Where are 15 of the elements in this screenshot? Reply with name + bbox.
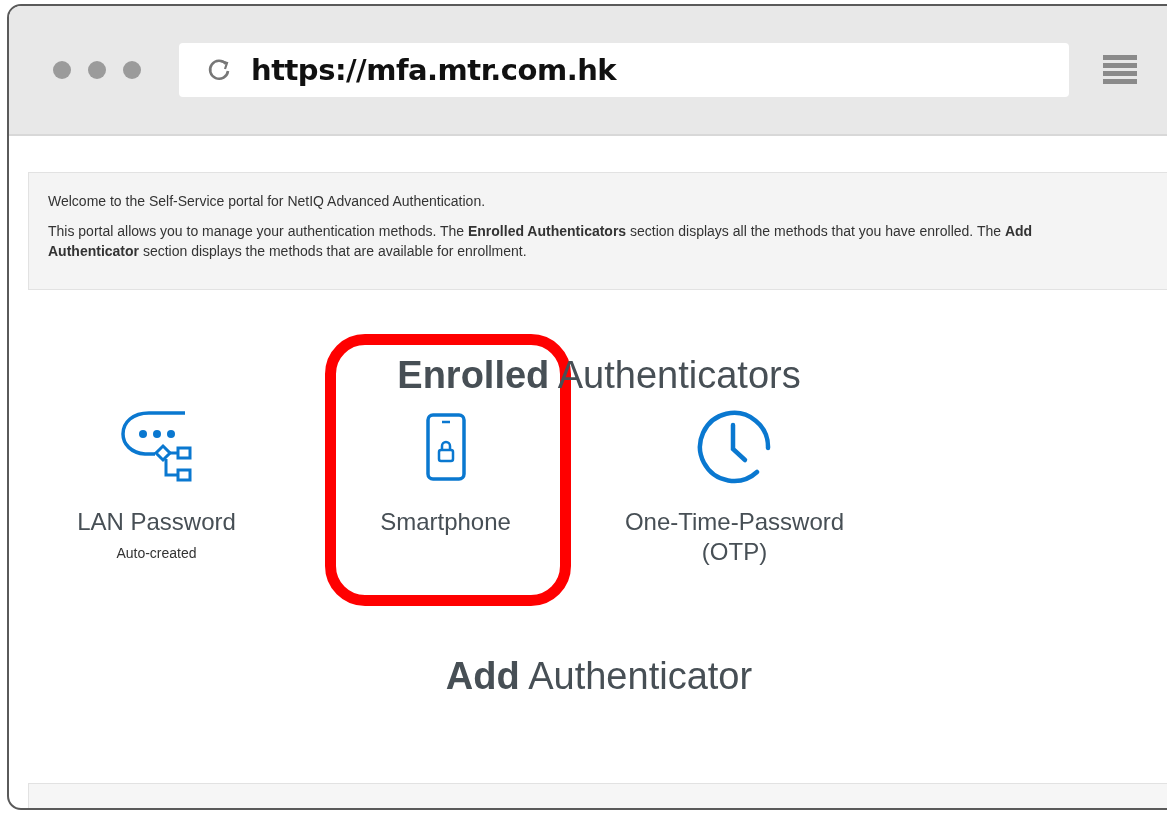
- authenticator-label[interactable]: Smartphone: [320, 507, 571, 537]
- url-text: https://mfa.mtr.com.hk: [251, 53, 617, 87]
- info-text: Welcome to the Self-Service portal for NetIQ Advanced Authentication.: [48, 192, 487, 211]
- authenticator-note: Auto-created: [116, 545, 197, 561]
- menu-icon[interactable]: [1103, 55, 1137, 85]
- clock-icon: [696, 410, 773, 486]
- info-text: This portal allows you to manage your authentication methods. The Enrolled Authenticators section displays all the methods that you have enrolled. The Add Authenticator section displays the methods that are available for enrollment.: [48, 222, 1034, 261]
- window-dot[interactable]: [123, 61, 141, 79]
- section-heading: Add Authenticator: [444, 654, 754, 699]
- authenticator-label[interactable]: LAN Password: [31, 507, 282, 537]
- window-dot[interactable]: [53, 61, 71, 79]
- authenticator-label[interactable]: One-Time-Password (OTP): [609, 507, 860, 567]
- reload-icon[interactable]: [207, 58, 231, 82]
- address-bar[interactable]: https://mfa.mtr.com.hk: [179, 43, 1069, 97]
- window-dot[interactable]: [88, 61, 106, 79]
